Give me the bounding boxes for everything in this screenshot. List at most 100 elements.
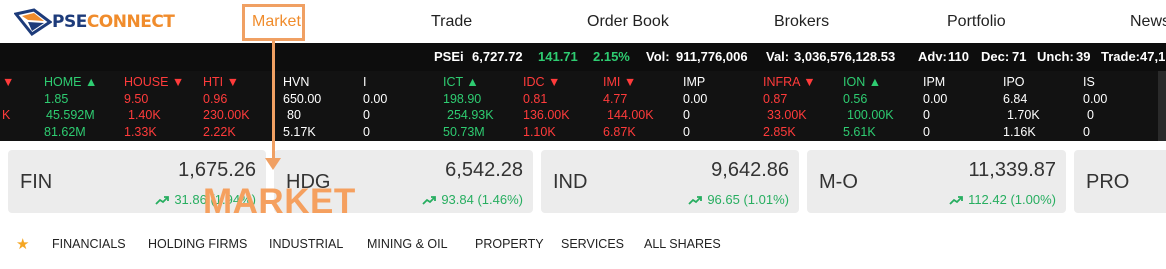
sector-card-change: 112.42 (1.00%) [949,192,1056,207]
logo-text: PSECONNECT [52,12,175,32]
trend-up-icon [688,196,703,205]
nav-brokers[interactable]: Brokers [774,13,829,31]
vol-value: 911,776,006 [676,49,748,64]
sector-last: 0.81 [523,91,548,106]
sector-code: HOUSE ▼ [124,75,185,89]
sector-volume: 144.00K [607,108,654,122]
sector-value: 1.33K [124,124,157,139]
sector-column[interactable]: I 0.00 0 0 [363,74,387,140]
index-value: 6,727.72 [472,49,523,64]
sector-cards: FIN 1,675.26 31.86 (1.94%) HDG 6,542.28 93.84… [0,141,1166,221]
sector-column[interactable]: IS 0.00 0 0 [1083,74,1107,140]
trend-up-icon [422,196,437,205]
val-value: 3,036,576,128.53 [794,49,896,64]
sector-value: 6.87K [603,124,636,139]
sector-last [2,91,14,108]
sector-value: 0 [363,124,370,139]
sector-last: 6.84 [1003,91,1028,106]
sector-card-value: 11,339.87 [968,159,1057,181]
nav-order-book[interactable]: Order Book [587,13,669,31]
sector-card-name: PRO [1086,171,1130,193]
star-icon[interactable]: ★ [16,235,29,253]
tab-all-shares[interactable]: ALL SHARES [644,237,721,251]
annotation-arrow-head-icon [265,158,281,170]
dec-value: 71 [1012,49,1027,64]
sector-column[interactable]: HTI ▼ 0.96 230.00K 2.22K [203,74,250,140]
sector-value [2,124,14,141]
sector-card[interactable]: M-O 11,339.87 112.42 (1.00%) [807,150,1066,213]
sector-last: 198.90 [443,91,482,106]
sector-volume: 254.93K [447,108,494,122]
sector-column[interactable]: IPM 0.00 0 0 [923,74,947,140]
tab-property[interactable]: PROPERTY [475,237,544,251]
sector-value: 5.17K [283,124,316,139]
sector-volume: 0 [683,108,690,122]
sector-column[interactable]: ION ▲ 0.56 100.00K 5.61K [843,74,894,140]
sector-card-value: 6,542.28 [445,159,523,181]
sector-column[interactable]: IMP 0.00 0 0 [683,74,707,140]
sector-column[interactable]: ▼ K [2,74,14,140]
sector-volume: 1.70K [1007,108,1040,122]
pseconnect-logo[interactable]: PSECONNECT [14,8,175,36]
adv-value: 110 [948,49,969,64]
trend-up-icon [949,196,963,205]
horizontal-scroll-edge[interactable] [1158,71,1166,141]
sector-column[interactable]: HOUSE ▼ 9.50 1.40K 1.33K [124,74,184,140]
nav-trade[interactable]: Trade [431,13,472,31]
tab-industrial[interactable]: INDUSTRIAL [269,237,343,251]
sector-last: 9.50 [124,91,149,106]
sector-value: 2.22K [203,124,236,139]
sector-card-value: 9,642.86 [711,159,789,181]
sector-volume: 45.592M [46,108,95,122]
sector-code: IMI ▼ [603,75,637,89]
tab-holding-firms[interactable]: HOLDING FIRMS [148,237,247,251]
sector-volume: 0 [923,108,930,122]
nav-news[interactable]: News [1130,13,1166,31]
sector-column[interactable]: IPO 6.84 1.70K 1.16K [1003,74,1040,140]
vol-label: Vol: [646,49,670,64]
tab-financials[interactable]: FINANCIALS [52,237,126,251]
sector-code: IMP [683,75,706,89]
top-nav: PSECONNECT Market Trade Order Book Broke… [0,0,1166,43]
adv-label: Adv: [918,49,947,64]
sector-code: IS [1083,75,1095,89]
sector-volume: 136.00K [523,108,570,122]
sector-code: INFRA ▼ [763,75,816,89]
sector-code: I [363,75,367,89]
sector-card-name: FIN [20,171,53,193]
sector-column[interactable]: HVN 650.00 80 5.17K [283,74,321,140]
sector-ticker-table: ▼ K HOME ▲ 1.85 45.592M 81.62M HOUSE ▼ 9.50 1.40… [0,71,1166,141]
sector-value: 2.85K [763,124,796,139]
sector-column[interactable]: IMI ▼ 4.77 144.00K 6.87K [603,74,654,140]
sector-column[interactable]: IDC ▼ 0.81 136.00K 1.10K [523,74,570,140]
sector-code: ▼ [2,75,15,89]
sector-volume: 100.00K [847,108,894,122]
sector-code: ION ▲ [843,75,882,89]
nav-portfolio[interactable]: Portfolio [947,13,1006,31]
sector-column[interactable]: ICT ▲ 198.90 254.93K 50.73M [443,74,494,140]
sector-card[interactable]: IND 9,642.86 96.65 (1.01%) [541,150,799,213]
sector-last: 0.00 [363,91,388,106]
val-label: Val: [766,49,790,64]
index-pct: 2.15% [593,49,630,64]
sector-last: 650.00 [283,91,322,106]
sector-card-change: 96.65 (1.01%) [688,192,789,207]
sector-code: HTI ▼ [203,75,239,89]
index-name: PSEi [434,49,464,64]
sector-tabs: ★ FINANCIALS HOLDING FIRMS INDUSTRIAL MI… [0,232,1166,256]
sector-card[interactable]: PRO [1074,150,1166,213]
sector-value: 1.16K [1003,124,1036,139]
sector-value: 81.62M [44,124,86,139]
sector-last: 0.56 [843,91,868,106]
sector-code: IDC ▼ [523,75,561,89]
tab-mining-oil[interactable]: MINING & OIL [367,237,448,251]
sector-code: ICT ▲ [443,75,479,89]
tab-services[interactable]: SERVICES [561,237,624,251]
trend-up-icon [155,196,170,205]
sector-column[interactable]: HOME ▲ 1.85 45.592M 81.62M [44,74,97,140]
sector-last: 0.96 [203,91,228,106]
sector-column[interactable]: INFRA ▼ 0.87 33.00K 2.85K [763,74,816,140]
sector-card-name: M-O [819,171,858,193]
trade-label: Trade: [1101,49,1141,64]
sector-code: HOME ▲ [44,75,98,89]
